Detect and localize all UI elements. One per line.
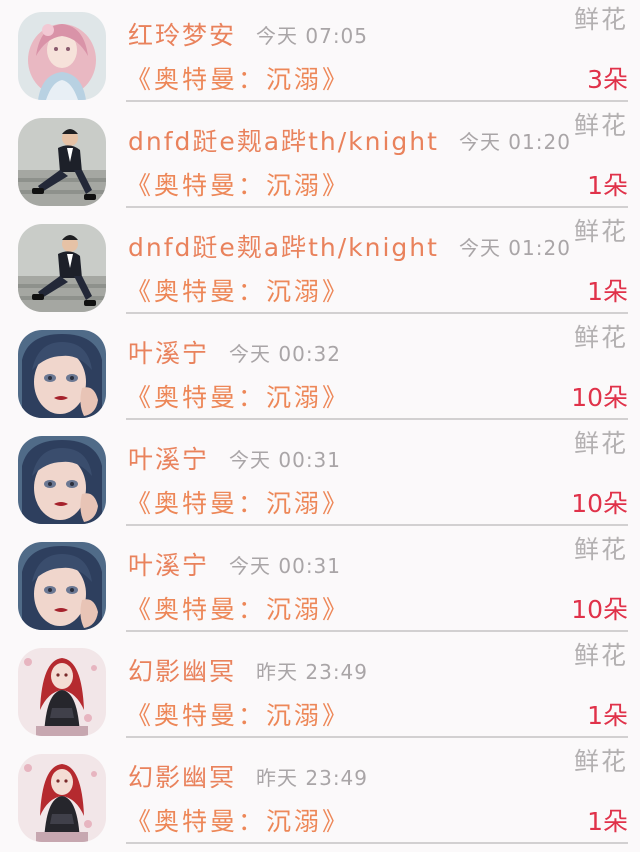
timestamp: 昨天 23:49 (256, 659, 369, 684)
divider (126, 630, 628, 632)
user-name[interactable]: dnfd跹e觌a跸th/knight (128, 122, 439, 158)
avatar[interactable] (18, 436, 106, 524)
item-content: 叶溪宁 今天 00:31 鲜花 《奥特曼：沉溺》 10朵 (126, 424, 628, 530)
list-item[interactable]: dnfd跹e觌a跸th/knight 今天 01:20 鲜花《奥特曼：沉溺》 1朵 (0, 212, 640, 318)
divider (126, 524, 628, 526)
avatar[interactable] (18, 754, 106, 842)
gift-count: 10朵 (571, 489, 628, 518)
gift-type: 鲜花 (573, 5, 628, 34)
avatar[interactable] (18, 330, 106, 418)
item-header: 叶溪宁 今天 00:31 (128, 438, 628, 478)
gift-count: 10朵 (571, 383, 628, 412)
divider (126, 842, 628, 844)
timestamp: 今天 01:20 (458, 129, 571, 154)
item-detail: 《奥特曼：沉溺》 10朵 (126, 590, 628, 630)
timestamp: 今天 07:05 (256, 23, 369, 48)
item-header: 红玲梦安 今天 07:05 (128, 14, 628, 54)
divider (126, 736, 628, 738)
timestamp: 昨天 23:49 (256, 765, 369, 790)
divider (126, 418, 628, 420)
gift-type: 鲜花 (573, 535, 628, 564)
gift-type: 鲜花 (573, 111, 628, 140)
avatar-man-suit (18, 118, 106, 206)
timestamp: 今天 01:20 (458, 235, 571, 260)
user-name[interactable]: 幻影幽冥 (128, 652, 236, 688)
avatar[interactable] (18, 648, 106, 736)
user-name[interactable]: 叶溪宁 (128, 334, 209, 370)
book-title[interactable]: 《奥特曼：沉溺》 (126, 696, 350, 736)
item-content: dnfd跹e觌a跸th/knight 今天 01:20 鲜花《奥特曼：沉溺》 1朵 (126, 106, 628, 212)
timestamp: 今天 00:31 (229, 447, 342, 472)
item-header: dnfd跹e觌a跸th/knight 今天 01:20 (128, 226, 628, 266)
item-header: 幻影幽冥 昨天 23:49 (128, 650, 628, 690)
item-content: dnfd跹e觌a跸th/knight 今天 01:20 鲜花《奥特曼：沉溺》 1朵 (126, 212, 628, 318)
gift-count: 1朵 (587, 701, 628, 730)
divider (126, 312, 628, 314)
item-header: 叶溪宁 今天 00:32 (128, 332, 628, 372)
user-name[interactable]: 幻影幽冥 (128, 758, 236, 794)
list-item[interactable]: 叶溪宁 今天 00:31 鲜花 《奥特曼：沉溺》 10朵 (0, 530, 640, 636)
item-header: dnfd跹e觌a跸th/knight 今天 01:20 (128, 120, 628, 160)
gift-type: 鲜花 (573, 217, 628, 246)
item-content: 幻影幽冥 昨天 23:49 鲜花 《奥特曼：沉溺》 1朵 (126, 636, 628, 742)
list-item[interactable]: 叶溪宁 今天 00:31 鲜花 《奥特曼：沉溺》 10朵 (0, 424, 640, 530)
avatar-man-suit (18, 224, 106, 312)
item-detail: 《奥特曼：沉溺》 1朵 (126, 166, 628, 206)
user-name[interactable]: 红玲梦安 (128, 16, 236, 52)
item-detail: 《奥特曼：沉溺》 10朵 (126, 378, 628, 418)
timestamp: 今天 00:32 (229, 341, 342, 366)
avatar-girl-blue-hair (18, 542, 106, 630)
item-content: 幻影幽冥 昨天 23:49 鲜花 《奥特曼：沉溺》 1朵 (126, 742, 628, 848)
item-content: 叶溪宁 今天 00:32 鲜花 《奥特曼：沉溺》 10朵 (126, 318, 628, 424)
user-name[interactable]: 叶溪宁 (128, 546, 209, 582)
timestamp: 今天 00:31 (229, 553, 342, 578)
gift-count: 1朵 (587, 807, 628, 836)
book-title[interactable]: 《奥特曼：沉溺》 (126, 272, 350, 312)
item-header: 叶溪宁 今天 00:31 (128, 544, 628, 584)
gift-type: 鲜花 (573, 641, 628, 670)
avatar-girl-red-hair (18, 648, 106, 736)
list-item[interactable]: 幻影幽冥 昨天 23:49 鲜花 《奥特曼：沉溺》 1朵 (0, 742, 640, 848)
book-title[interactable]: 《奥特曼：沉溺》 (126, 166, 350, 206)
item-detail: 《奥特曼：沉溺》 3朵 (126, 60, 628, 100)
list-item[interactable]: 幻影幽冥 昨天 23:49 鲜花 《奥特曼：沉溺》 1朵 (0, 636, 640, 742)
avatar-girl-blue-hair (18, 330, 106, 418)
item-header: 幻影幽冥 昨天 23:49 (128, 756, 628, 796)
user-name[interactable]: dnfd跹e觌a跸th/knight (128, 228, 439, 264)
book-title[interactable]: 《奥特曼：沉溺》 (126, 378, 350, 418)
gift-count: 10朵 (571, 595, 628, 624)
item-detail: 《奥特曼：沉溺》 10朵 (126, 484, 628, 524)
user-name[interactable]: 叶溪宁 (128, 440, 209, 476)
item-detail: 《奥特曼：沉溺》 1朵 (126, 802, 628, 842)
gift-type: 鲜花 (573, 429, 628, 458)
item-detail: 《奥特曼：沉溺》 1朵 (126, 696, 628, 736)
book-title[interactable]: 《奥特曼：沉溺》 (126, 590, 350, 630)
list-item[interactable]: 红玲梦安 今天 07:05 鲜花 《奥特曼：沉溺》 3朵 (0, 0, 640, 106)
divider (126, 100, 628, 102)
item-detail: 《奥特曼：沉溺》 1朵 (126, 272, 628, 312)
avatar-girl-blue-hair (18, 436, 106, 524)
flower-gift-list: 红玲梦安 今天 07:05 鲜花 《奥特曼：沉溺》 3朵 dnfd跹e觌a跸th/knig… (0, 0, 640, 852)
gift-count: 1朵 (587, 277, 628, 306)
gift-count: 3朵 (587, 65, 628, 94)
divider (126, 206, 628, 208)
avatar[interactable] (18, 12, 106, 100)
avatar-anime-girl-pink (18, 12, 106, 100)
item-content: 红玲梦安 今天 07:05 鲜花 《奥特曼：沉溺》 3朵 (126, 0, 628, 106)
avatar-girl-red-hair (18, 754, 106, 842)
book-title[interactable]: 《奥特曼：沉溺》 (126, 60, 350, 100)
avatar[interactable] (18, 224, 106, 312)
gift-type: 鲜花 (573, 323, 628, 352)
book-title[interactable]: 《奥特曼：沉溺》 (126, 802, 350, 842)
list-item[interactable]: 叶溪宁 今天 00:32 鲜花 《奥特曼：沉溺》 10朵 (0, 318, 640, 424)
gift-type: 鲜花 (573, 747, 628, 776)
avatar[interactable] (18, 542, 106, 630)
item-content: 叶溪宁 今天 00:31 鲜花 《奥特曼：沉溺》 10朵 (126, 530, 628, 636)
gift-count: 1朵 (587, 171, 628, 200)
avatar[interactable] (18, 118, 106, 206)
list-item[interactable]: dnfd跹e觌a跸th/knight 今天 01:20 鲜花《奥特曼：沉溺》 1朵 (0, 106, 640, 212)
book-title[interactable]: 《奥特曼：沉溺》 (126, 484, 350, 524)
